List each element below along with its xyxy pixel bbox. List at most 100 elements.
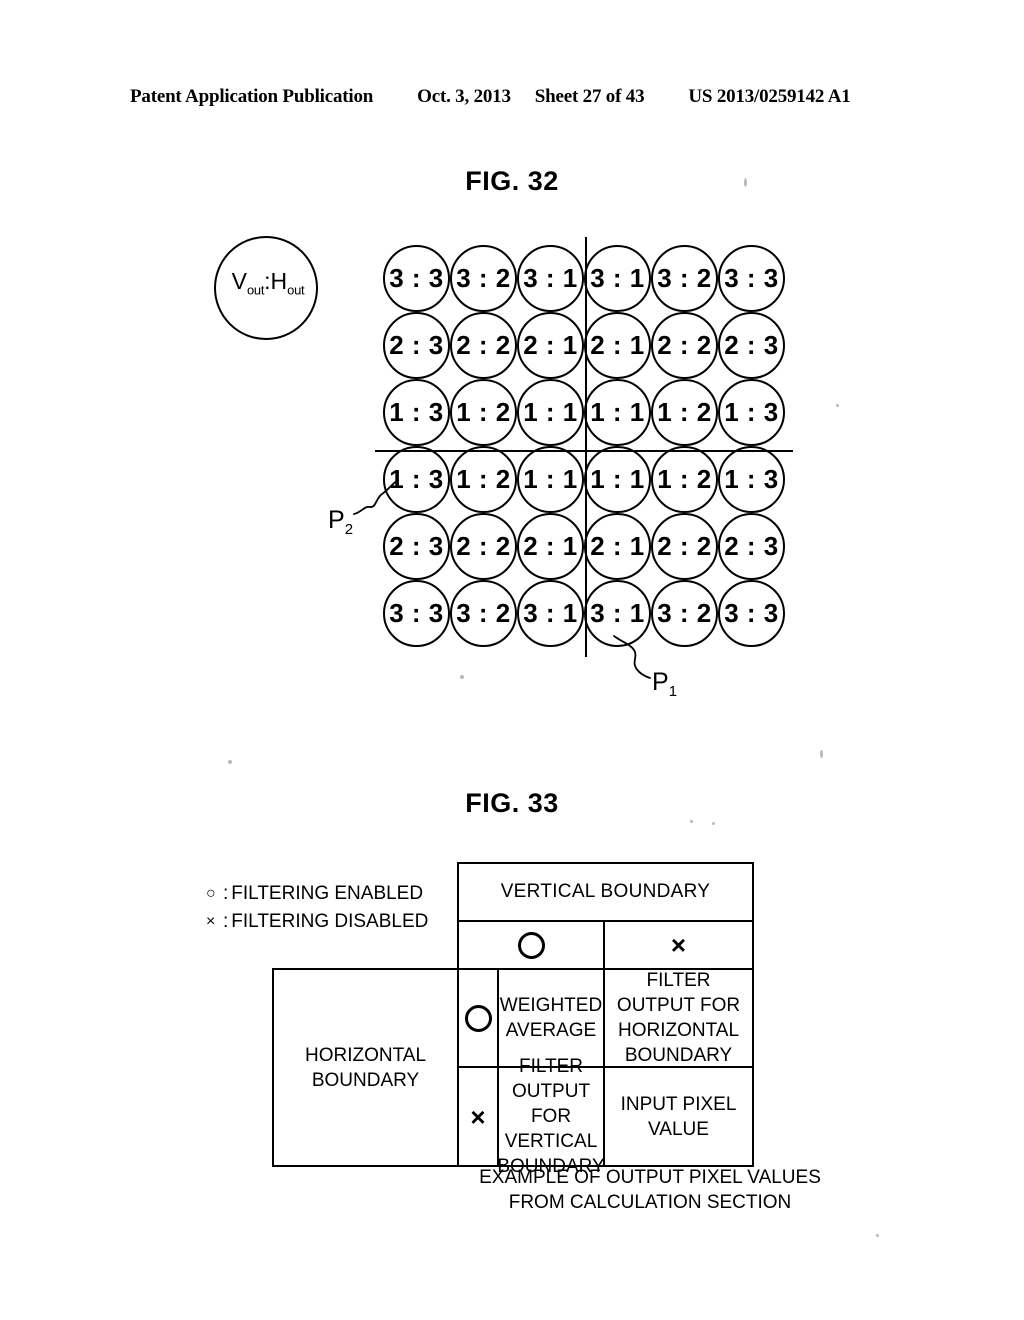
grid-cell: 3 : 2 [450,245,517,312]
grid-cell: 1 : 1 [517,446,584,513]
grid-cell-label: 2 : 3 [724,330,779,360]
caption-line-1: EXAMPLE OF OUTPUT PIXEL VALUES [479,1167,821,1188]
figure-33-caption: EXAMPLE OF OUTPUT PIXEL VALUES FROM CALC… [470,1165,830,1215]
grid-cell-label: 3 : 2 [657,598,712,628]
circle-icon [464,1004,492,1032]
grid-cell: 1 : 2 [651,446,718,513]
grid-cell: 2 : 3 [383,312,450,379]
table-row-header-disabled: × [457,1066,499,1167]
grid-cell-label: 3 : 1 [590,263,645,293]
grid-cell-label: 3 : 2 [657,263,712,293]
grid-cell: 2 : 3 [718,513,785,580]
grid-cell: 3 : 2 [651,245,718,312]
scan-speckle [690,820,693,823]
grid-row: 3 : 3 3 : 2 3 : 1 3 : 1 3 : 2 3 : 3 [383,580,785,647]
grid-row: 1 : 3 1 : 2 1 : 1 1 : 1 1 : 2 1 : 3 [383,446,785,513]
table-col-header-enabled [457,920,605,970]
grid-cell-label: 2 : 3 [724,531,779,561]
grid-cell: 2 : 1 [584,312,651,379]
figure-33-title: FIG. 33 [465,788,559,818]
scan-speckle [744,178,747,187]
grid-cell: 2 : 3 [718,312,785,379]
grid-cell-label: 3 : 3 [389,263,444,293]
grid-cell-label: 1 : 1 [590,464,645,494]
grid-cell-label: 2 : 1 [590,531,645,561]
cross-icon: × [470,1101,486,1132]
circle-icon [517,931,545,959]
grid-cell: 1 : 1 [517,379,584,446]
horizontal-boundary-line [375,450,793,453]
cross-icon: × [206,913,216,930]
grid-cell: 3 : 3 [718,245,785,312]
grid-cell: 3 : 1 [584,245,651,312]
table-row-header-enabled [457,968,499,1068]
grid-cell-label: 1 : 3 [724,397,779,427]
scan-speckle [836,404,839,407]
grid-cell-label: 2 : 2 [456,531,511,561]
grid-cell-label: 3 : 1 [523,263,578,293]
grid-cell: 2 : 1 [517,312,584,379]
grid-cell-label: 1 : 2 [657,464,712,494]
grid-cell: 3 : 3 [718,580,785,647]
table-col-header-disabled: × [603,920,754,970]
grid-row: 3 : 3 3 : 2 3 : 1 3 : 1 3 : 2 3 : 3 [383,245,785,312]
table-cell-disabled-disabled: INPUT PIXEL VALUE [603,1066,754,1167]
circle-icon: ○ [206,885,216,902]
grid-row: 2 : 3 2 : 2 2 : 1 2 : 1 2 : 2 2 : 3 [383,312,785,379]
grid-cell-label: 1 : 1 [523,464,578,494]
grid-cell: 2 : 2 [450,312,517,379]
grid-row: 2 : 3 2 : 2 2 : 1 2 : 1 2 : 2 2 : 3 [383,513,785,580]
grid-cell: 1 : 2 [450,379,517,446]
grid-cell-label: 1 : 3 [389,464,444,494]
legend-separator: : [223,883,229,904]
grid-cell-label: 2 : 1 [590,330,645,360]
grid-cell-label: 2 : 1 [523,330,578,360]
vertical-boundary-line [585,237,588,657]
table-cell-disabled-enabled: FILTER OUTPUT FOR VERTICAL BOUNDARY [497,1056,605,1177]
grid-cell-label: 1 : 2 [456,464,511,494]
grid-cell-label: 2 : 1 [523,531,578,561]
grid-cell: 3 : 1 [517,245,584,312]
grid-cell: 3 : 2 [651,580,718,647]
grid-cell: 1 : 1 [584,379,651,446]
grid-cell-label: 1 : 3 [389,397,444,427]
grid-cell-label: 2 : 2 [456,330,511,360]
grid-cell: 2 : 1 [517,513,584,580]
figure-33: FIG. 33 ○ : FILTERING ENABLED × : FILTER… [0,0,1024,1320]
caption-line-2: FROM CALCULATION SECTION [508,1192,792,1213]
grid-cell-label: 3 : 1 [590,598,645,628]
grid-cell: 1 : 3 [718,446,785,513]
table-row-group-header: HORIZONTAL BOUNDARY [272,968,459,1167]
filter-output-table: VERTICAL BOUNDARY × HORIZONTAL BOUNDARY … [272,862,754,1177]
grid-cell: 3 : 1 [517,580,584,647]
grid-cell-label: 3 : 2 [456,263,511,293]
scan-speckle [228,760,232,764]
table-cell-enabled-disabled: FILTER OUTPUT FOR HORIZONTAL BOUNDARY [603,968,754,1068]
grid-cell: 1 : 2 [450,446,517,513]
grid-cell: 3 : 3 [383,245,450,312]
grid-cell-label: 3 : 2 [456,598,511,628]
grid-cell-label: 2 : 2 [657,531,712,561]
grid-cell-label: 1 : 2 [657,397,712,427]
cross-icon: × [670,930,687,960]
scan-speckle [820,750,823,758]
grid-cell: 1 : 3 [383,379,450,446]
grid-cell-label: 2 : 2 [657,330,712,360]
scan-speckle [712,822,715,825]
grid-cell: 2 : 2 [651,312,718,379]
grid-cell: 3 : 1 [584,580,651,647]
table-cell-enabled-enabled: WEIGHTED AVERAGE [497,968,605,1068]
grid-cell-label: 1 : 1 [590,397,645,427]
grid-cell: 2 : 2 [450,513,517,580]
grid-cell-label: 1 : 2 [456,397,511,427]
grid-cell-label: 2 : 3 [389,531,444,561]
grid-cell: 1 : 3 [383,446,450,513]
grid-cell-label: 1 : 3 [724,464,779,494]
scan-speckle [460,675,464,679]
grid-cell: 1 : 2 [651,379,718,446]
grid-row: 1 : 3 1 : 2 1 : 1 1 : 1 1 : 2 1 : 3 [383,379,785,446]
grid-cell-label: 3 : 3 [724,598,779,628]
grid-cell: 3 : 2 [450,580,517,647]
grid-cell-label: 3 : 3 [724,263,779,293]
table-column-group-header: VERTICAL BOUNDARY [457,862,754,922]
